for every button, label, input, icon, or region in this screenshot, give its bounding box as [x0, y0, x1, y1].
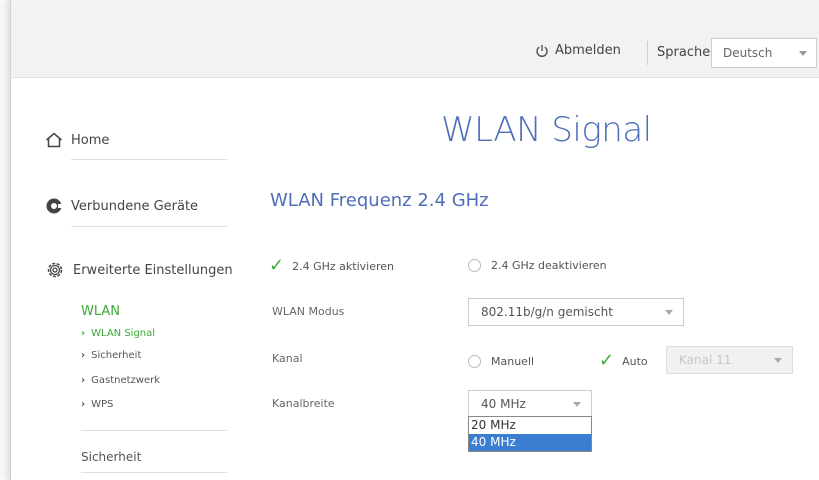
chevron-right-icon: ›	[81, 399, 86, 410]
channel-label: Kanal	[272, 352, 303, 365]
sidebar-divider	[81, 472, 227, 473]
app-frame: Abmelden Sprache Deutsch Home Verbundene…	[10, 0, 819, 480]
devices-icon	[46, 198, 63, 214]
sidebar-item-label: Erweiterte Einstellungen	[73, 262, 233, 278]
gear-icon	[47, 262, 63, 278]
language-select[interactable]: Deutsch	[711, 38, 817, 68]
channel-auto-radio[interactable]: ✓ Auto	[599, 352, 648, 370]
enable-2g-radio[interactable]: ✓ 2.4 GHz aktivieren	[269, 257, 394, 275]
checkmark-icon: ✓	[599, 350, 615, 371]
wlan-mode-value: 802.11b/g/n gemischt	[481, 305, 613, 319]
logout-button[interactable]: Abmelden	[535, 43, 621, 58]
power-icon	[536, 44, 548, 57]
disable-2g-radio[interactable]: 2.4 GHz deaktivieren	[468, 259, 607, 272]
header-divider	[647, 41, 648, 65]
sidebar-divider	[71, 159, 227, 160]
bandwidth-value: 40 MHz	[481, 397, 526, 411]
language-value: Deutsch	[723, 46, 773, 60]
chevron-down-icon	[774, 358, 782, 363]
sidebar-subitem-wlan-signal[interactable]: › WLAN Signal	[81, 328, 155, 339]
bandwidth-label: Kanalbreite	[272, 397, 335, 410]
channel-auto-label: Auto	[622, 354, 648, 368]
section-title: WLAN Frequenz 2.4 GHz	[270, 190, 489, 211]
top-bar: Abmelden Sprache Deutsch	[11, 0, 819, 78]
chevron-down-icon	[573, 402, 581, 407]
wlan-mode-select[interactable]: 802.11b/g/n gemischt	[468, 298, 684, 326]
sidebar-subitem-wps[interactable]: › WPS	[81, 399, 113, 410]
sidebar-item-devices[interactable]: Verbundene Geräte	[45, 197, 198, 215]
chevron-down-icon	[799, 51, 807, 56]
radio-circle-icon	[468, 355, 481, 368]
sidebar-item-label: Home	[71, 132, 110, 148]
channel-manual-label: Manuell	[491, 355, 535, 368]
sidebar-subitem-label: Sicherheit	[91, 350, 142, 361]
bandwidth-select[interactable]: 40 MHz	[468, 390, 592, 418]
channel-manual-radio[interactable]: Manuell	[468, 355, 534, 368]
sidebar-divider	[81, 430, 227, 431]
checkmark-icon: ✓	[269, 255, 285, 276]
disable-2g-label: 2.4 GHz deaktivieren	[491, 259, 607, 272]
sidebar-item-label: Verbundene Geräte	[71, 198, 199, 214]
home-icon	[46, 132, 62, 148]
bandwidth-option-40[interactable]: 40 MHz	[469, 434, 591, 451]
sidebar-subitem-security[interactable]: › Sicherheit	[81, 350, 141, 361]
bandwidth-dropdown-list: 20 MHz 40 MHz	[468, 416, 592, 452]
chevron-right-icon: ›	[81, 350, 86, 361]
wlan-mode-label: WLAN Modus	[272, 305, 345, 318]
sidebar-subitem-guest-network[interactable]: › Gastnetzwerk	[81, 375, 160, 386]
chevron-right-icon: ›	[81, 375, 86, 386]
sidebar-item-advanced[interactable]: Erweiterte Einstellungen	[45, 260, 233, 280]
page-title: WLAN Signal	[441, 110, 652, 150]
radio-circle-icon	[468, 259, 481, 272]
channel-select[interactable]: Kanal 11	[666, 346, 793, 374]
logout-label: Abmelden	[555, 43, 621, 58]
sidebar-subitem-label: WLAN Signal	[91, 328, 156, 339]
channel-value: Kanal 11	[679, 353, 732, 367]
sidebar-divider	[71, 226, 227, 227]
chevron-down-icon	[665, 310, 673, 315]
sidebar-item-security[interactable]: Sicherheit	[81, 450, 141, 464]
language-label: Sprache	[657, 45, 711, 60]
sidebar-subitem-label: Gastnetzwerk	[91, 375, 161, 386]
sidebar-item-home[interactable]: Home	[45, 132, 109, 148]
sidebar-subitem-label: WPS	[91, 399, 114, 410]
sidebar-item-wlan[interactable]: WLAN	[81, 304, 120, 319]
chevron-right-icon: ›	[81, 328, 86, 339]
bandwidth-option-20[interactable]: 20 MHz	[469, 417, 591, 434]
enable-2g-label: 2.4 GHz aktivieren	[292, 259, 394, 273]
